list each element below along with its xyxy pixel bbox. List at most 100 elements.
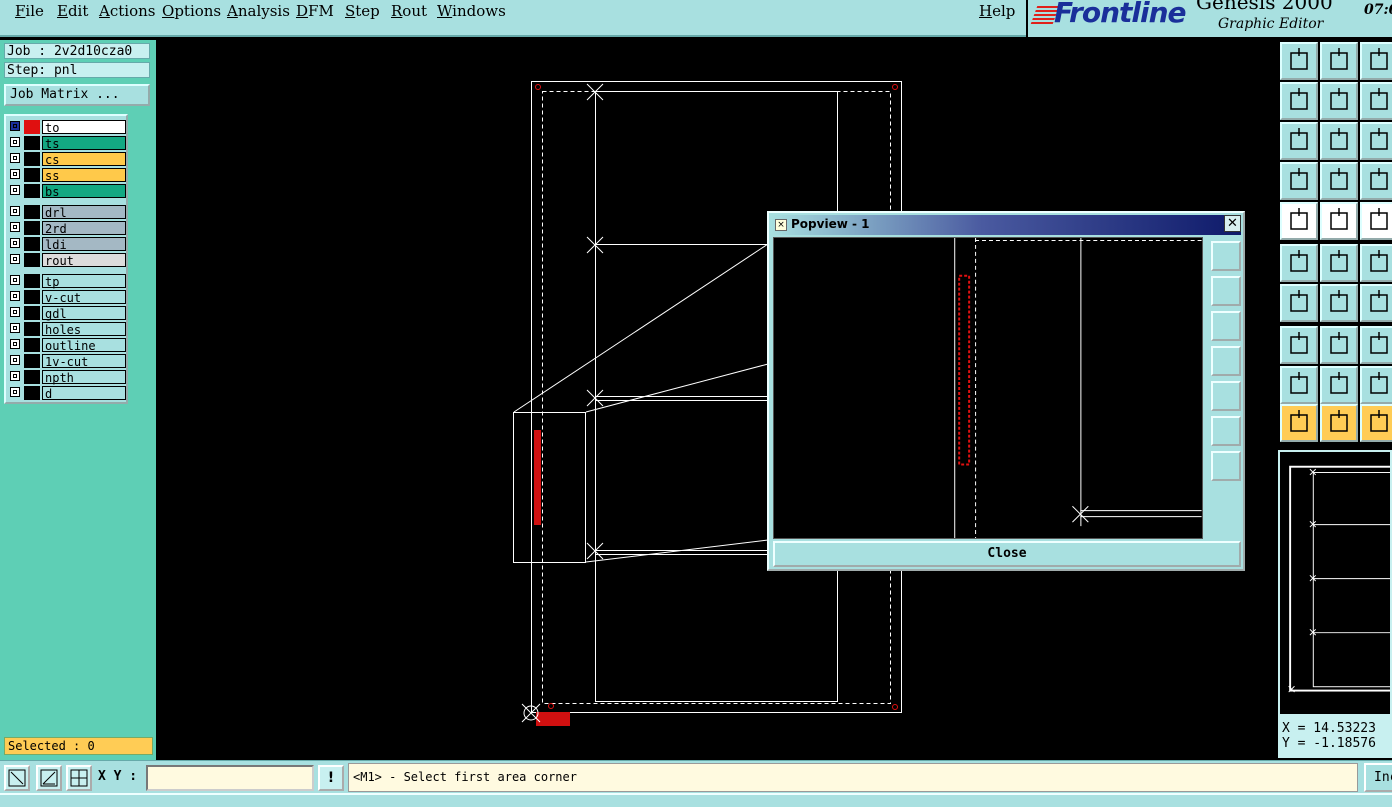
pv-zoom-window-button[interactable] <box>1211 241 1241 271</box>
layer-name[interactable]: npth <box>42 370 126 385</box>
point-icon[interactable] <box>1280 326 1318 364</box>
layer-name[interactable]: to <box>42 120 126 135</box>
menu-actions[interactable]: Actions <box>99 2 155 20</box>
window-menu-icon[interactable]: × <box>775 219 787 231</box>
layer-checkbox[interactable] <box>10 121 20 131</box>
menu-analysis[interactable]: Analysis <box>227 2 290 20</box>
layer-name[interactable]: rout <box>42 253 126 268</box>
ruler-icon[interactable] <box>1360 202 1392 240</box>
layer-row-2rd[interactable]: 2rd <box>8 221 126 236</box>
grid-icon[interactable] <box>1320 162 1358 200</box>
layer-checkbox[interactable] <box>10 169 20 179</box>
job-matrix-button[interactable]: Job Matrix ... <box>4 84 150 106</box>
xy-input[interactable] <box>146 765 314 791</box>
layer-name[interactable]: cs <box>42 152 126 167</box>
triangle-icon[interactable] <box>1280 366 1318 404</box>
layer-name[interactable]: gdl <box>42 306 126 321</box>
layer-name[interactable]: drl <box>42 205 126 220</box>
layer-checkbox[interactable] <box>10 323 20 333</box>
home-icon[interactable] <box>1360 42 1392 80</box>
move-left-icon[interactable] <box>1280 82 1318 120</box>
layer-name[interactable]: 1v-cut <box>42 354 126 369</box>
pad-icon[interactable] <box>1280 202 1318 240</box>
menu-help[interactable]: Help <box>979 2 1015 20</box>
tools-icon[interactable] <box>1280 162 1318 200</box>
pv-pan-right-button[interactable] <box>1211 381 1241 411</box>
snap-icon[interactable] <box>1360 162 1392 200</box>
layer-checkbox[interactable] <box>10 371 20 381</box>
popview-canvas[interactable] <box>773 237 1203 539</box>
pv-pan-down-button[interactable] <box>1211 311 1241 341</box>
layer-row-rout[interactable]: rout <box>8 253 126 268</box>
line-icon[interactable] <box>1360 244 1392 282</box>
measure-icon[interactable] <box>1360 326 1392 364</box>
inc-button[interactable]: Inc <box>1364 763 1392 792</box>
move-down-icon[interactable] <box>1320 42 1358 80</box>
layer-checkbox[interactable] <box>10 307 20 317</box>
layer-checkbox[interactable] <box>10 355 20 365</box>
menu-edit[interactable]: Edit <box>57 2 88 20</box>
layer-row-ss[interactable]: ss <box>8 168 126 183</box>
ratio-icon[interactable] <box>1360 122 1392 160</box>
angle-icon[interactable] <box>1280 284 1318 322</box>
pv-pan-left-button[interactable] <box>1211 346 1241 376</box>
connect-icon[interactable] <box>1280 244 1318 282</box>
layer-row-cs[interactable]: cs <box>8 152 126 167</box>
pv-zoom-center-button[interactable] <box>1211 451 1241 481</box>
slope-icon[interactable] <box>1320 284 1358 322</box>
menu-dfm[interactable]: DFM <box>296 2 334 20</box>
layer-checkbox[interactable] <box>10 291 20 301</box>
layer-name[interactable]: bs <box>42 184 126 199</box>
grid-snap-icon[interactable] <box>66 765 92 791</box>
layer-row-outline[interactable]: outline <box>8 338 126 353</box>
layer-row-holes[interactable]: holes <box>8 322 126 337</box>
layer-name[interactable]: ldi <box>42 237 126 252</box>
layer-row-tp[interactable]: tp <box>8 274 126 289</box>
undo-icon[interactable] <box>1360 82 1392 120</box>
cross-icon[interactable] <box>1320 244 1358 282</box>
layer-row-ts[interactable]: ts <box>8 136 126 151</box>
layer-row-npth[interactable]: npth <box>8 370 126 385</box>
pv-zoom-fit-button[interactable] <box>1211 416 1241 446</box>
layer-checkbox[interactable] <box>10 222 20 232</box>
overview-map[interactable] <box>1278 450 1392 716</box>
layer-checkbox[interactable] <box>10 254 20 264</box>
layer-name[interactable]: outline <box>42 338 126 353</box>
layer-checkbox[interactable] <box>10 387 20 397</box>
move-right-icon[interactable] <box>1320 82 1358 120</box>
layer-row-1v-cut[interactable]: 1v-cut <box>8 354 126 369</box>
select-box-icon[interactable] <box>1320 404 1358 442</box>
layer-name[interactable]: v-cut <box>42 290 126 305</box>
close-icon[interactable]: ✕ <box>1224 215 1241 232</box>
arch-up-icon[interactable] <box>1360 366 1392 404</box>
layer-checkbox[interactable] <box>10 153 20 163</box>
arch-icon[interactable] <box>1320 366 1358 404</box>
zoom-fit-icon[interactable] <box>1280 122 1318 160</box>
layer-name[interactable]: tp <box>42 274 126 289</box>
move-up-icon[interactable] <box>1280 42 1318 80</box>
layer-checkbox[interactable] <box>10 206 20 216</box>
layer-row-drl[interactable]: drl <box>8 205 126 220</box>
layer-row-d[interactable]: d <box>8 386 126 401</box>
close-button[interactable]: Close <box>773 541 1241 567</box>
area-icon[interactable] <box>1320 202 1358 240</box>
layer-checkbox[interactable] <box>10 238 20 248</box>
layer-name[interactable]: holes <box>42 322 126 337</box>
warning-button[interactable]: ! <box>318 765 344 791</box>
menu-file[interactable]: File <box>15 2 44 20</box>
layer-checkbox[interactable] <box>10 137 20 147</box>
zoom-in-icon[interactable] <box>4 765 30 791</box>
pv-pan-up-button[interactable] <box>1211 276 1241 306</box>
layer-row-ldi[interactable]: ldi <box>8 237 126 252</box>
select-circle-icon[interactable] <box>1360 404 1392 442</box>
rotate-icon[interactable] <box>1360 284 1392 322</box>
select-icon[interactable] <box>1280 404 1318 442</box>
layer-checkbox[interactable] <box>10 339 20 349</box>
menu-windows[interactable]: Windows <box>437 2 506 20</box>
dash-icon[interactable] <box>1320 326 1358 364</box>
layer-name[interactable]: ss <box>42 168 126 183</box>
layer-name[interactable]: d <box>42 386 126 401</box>
layer-row-to[interactable]: to <box>8 120 126 135</box>
layer-name[interactable]: 2rd <box>42 221 126 236</box>
layer-row-bs[interactable]: bs <box>8 184 126 199</box>
